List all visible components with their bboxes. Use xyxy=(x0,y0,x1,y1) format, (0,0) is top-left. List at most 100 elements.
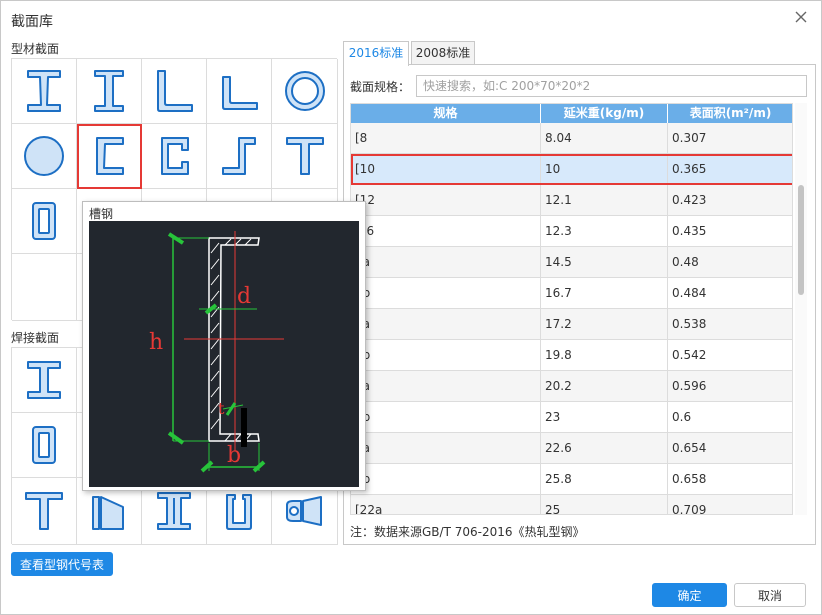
close-icon[interactable] xyxy=(793,9,809,25)
equal-angle-cell[interactable] xyxy=(142,59,207,124)
rect-tube-icon xyxy=(32,202,56,240)
table-row[interactable]: 2.612.30.435 xyxy=(351,216,792,247)
section-search-input[interactable] xyxy=(416,75,807,97)
cell-spec: 6a xyxy=(351,309,541,339)
h-beam-cell[interactable] xyxy=(77,59,142,124)
channel-cell[interactable] xyxy=(77,124,142,189)
cell-surface-area: 0.596 xyxy=(668,371,792,401)
cell-surface-area: 0.542 xyxy=(668,340,792,370)
data-source-note: 注：数据来源GB/T 706-2016《热轧型钢》 xyxy=(350,525,585,539)
welded-i-beam-icon xyxy=(27,361,61,399)
cell-weight: 8.04 xyxy=(541,123,668,153)
cell-weight: 12.3 xyxy=(541,216,668,246)
c-section-icon xyxy=(161,137,189,175)
unequal-angle-icon xyxy=(222,76,258,110)
i-beam-cell[interactable] xyxy=(12,59,77,124)
dim-b-label: b xyxy=(227,443,241,468)
cell-surface-area: 0.709 xyxy=(668,495,792,514)
dim-h-label: h xyxy=(149,330,163,355)
round-tube-cell[interactable] xyxy=(272,59,338,124)
cell-surface-area: 0.6 xyxy=(668,402,792,432)
cell-surface-area: 0.435 xyxy=(668,216,792,246)
cell-spec: 0a xyxy=(351,433,541,463)
cell-spec: [22a xyxy=(351,495,541,514)
table-row[interactable]: 6a17.20.538 xyxy=(351,309,792,340)
table-row[interactable]: 6b19.80.542 xyxy=(351,340,792,371)
unequal-angle-cell[interactable] xyxy=(207,59,272,124)
scrollbar-thumb[interactable] xyxy=(798,185,804,295)
cell-spec: [10 xyxy=(351,154,541,184)
header-spec[interactable]: 规格 xyxy=(351,104,541,123)
t-section-icon xyxy=(285,137,324,175)
table-row[interactable]: 0b25.80.658 xyxy=(351,464,792,495)
cell-spec: 6b xyxy=(351,340,541,370)
section-spec-table: 规格 延米重(kg/m) 表面积(m²/m) [8 8.04 0.307 [10 10 0… xyxy=(350,103,793,515)
cell-weight: 20.2 xyxy=(541,371,668,401)
h-beam-icon xyxy=(94,70,124,112)
welded-box-cell[interactable] xyxy=(12,413,77,478)
cell-spec: 2.6 xyxy=(351,216,541,246)
round-tube-icon xyxy=(284,71,325,111)
table-body: [88.040.307[10100.365[1212.10.4232.612.3… xyxy=(351,123,792,514)
welded-t-icon xyxy=(25,492,63,530)
tab-2016-standard[interactable]: 2016标准 xyxy=(343,41,409,66)
cell-surface-area: 0.538 xyxy=(668,309,792,339)
equal-angle-icon xyxy=(157,70,193,112)
t-section-cell[interactable] xyxy=(272,124,338,189)
double-plate-icon xyxy=(157,492,191,530)
profile-cell-r4c1[interactable] xyxy=(12,254,77,321)
header-surface-area[interactable]: 表面积(m²/m) xyxy=(668,104,792,123)
table-row[interactable]: [8 8.04 0.307 xyxy=(351,123,792,154)
cancel-button[interactable]: 取消 xyxy=(734,583,806,607)
solid-round-icon xyxy=(24,136,64,176)
channel-icon xyxy=(96,137,124,175)
search-label: 截面规格： xyxy=(350,80,411,94)
table-row[interactable]: 8a20.20.596 xyxy=(351,371,792,402)
z-section-icon xyxy=(222,137,256,175)
channel-diagram: h d t b xyxy=(89,221,359,487)
table-row[interactable]: 8b230.6 xyxy=(351,402,792,433)
cell-surface-area: 0.484 xyxy=(668,278,792,308)
cell-weight: 25.8 xyxy=(541,464,668,494)
table-row[interactable]: [10 10 0.365 xyxy=(351,154,792,185)
cell-spec: 8a xyxy=(351,371,541,401)
cell-weight: 17.2 xyxy=(541,309,668,339)
rect-tube-cell[interactable] xyxy=(12,189,77,254)
welded-t-cell[interactable] xyxy=(12,478,77,545)
z-section-cell[interactable] xyxy=(207,124,272,189)
cell-spec: 0b xyxy=(351,464,541,494)
welded-sections-label: 焊接截面 xyxy=(11,331,60,345)
i-beam-icon xyxy=(27,70,61,112)
cell-surface-area: 0.48 xyxy=(668,247,792,277)
cell-weight: 10 xyxy=(541,154,668,184)
table-row[interactable]: 0a22.60.654 xyxy=(351,433,792,464)
cell-surface-area: 0.365 xyxy=(668,154,792,184)
cell-spec: [12 xyxy=(351,185,541,215)
c-section-cell[interactable] xyxy=(142,124,207,189)
tab-2008-standard[interactable]: 2008标准 xyxy=(411,41,475,65)
cell-weight: 14.5 xyxy=(541,247,668,277)
cell-surface-area: 0.307 xyxy=(668,123,792,153)
cell-weight: 16.7 xyxy=(541,278,668,308)
table-row[interactable]: 4b16.70.484 xyxy=(351,278,792,309)
cell-weight: 23 xyxy=(541,402,668,432)
channel-preview-tooltip: 槽钢 h d t b xyxy=(82,201,366,491)
cell-spec: 4b xyxy=(351,278,541,308)
cell-weight: 25 xyxy=(541,495,668,514)
table-header: 规格 延米重(kg/m) 表面积(m²/m) xyxy=(351,104,792,123)
solid-round-cell[interactable] xyxy=(12,124,77,189)
welded-i-beam-cell[interactable] xyxy=(12,348,77,413)
pipe-taper-icon xyxy=(285,496,322,526)
header-weight[interactable]: 延米重(kg/m) xyxy=(541,104,668,123)
cell-weight: 19.8 xyxy=(541,340,668,370)
table-row[interactable]: 4a14.50.48 xyxy=(351,247,792,278)
cell-spec: 4a xyxy=(351,247,541,277)
table-scrollbar[interactable] xyxy=(795,103,807,515)
ok-button[interactable]: 确定 xyxy=(652,583,727,607)
tapered-section-icon xyxy=(92,496,124,530)
tooltip-title: 槽钢 xyxy=(89,207,114,221)
table-row[interactable]: [22a 25 0.709 xyxy=(351,495,792,514)
view-code-table-button[interactable]: 查看型钢代号表 xyxy=(11,552,113,576)
cell-surface-area: 0.654 xyxy=(668,433,792,463)
table-row[interactable]: [12 12.1 0.423 xyxy=(351,185,792,216)
